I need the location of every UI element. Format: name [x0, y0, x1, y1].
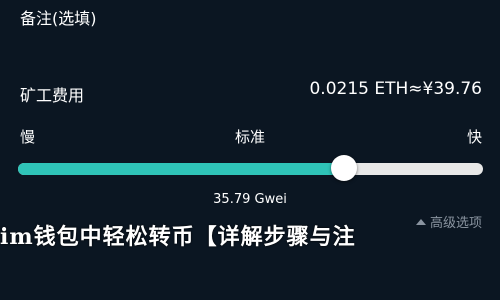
speed-standard-label: 标准: [234, 128, 265, 146]
gas-fee-slider-fill: [18, 163, 344, 175]
speed-fast-label: 快: [466, 128, 482, 146]
gas-fee-slider-thumb[interactable]: [330, 155, 357, 181]
miner-fee-value: 0.0215 ETH≈¥39.76: [309, 79, 482, 99]
gas-price-gwei: 35.79 Gwei: [213, 192, 287, 207]
remark-label: 备注(选填): [20, 9, 97, 28]
article-title-overlay: im钱包中轻松转币【详解步骤与注: [0, 224, 356, 250]
gas-fee-slider-track[interactable]: [18, 163, 483, 175]
miner-fee-label: 矿工费用: [20, 86, 85, 105]
